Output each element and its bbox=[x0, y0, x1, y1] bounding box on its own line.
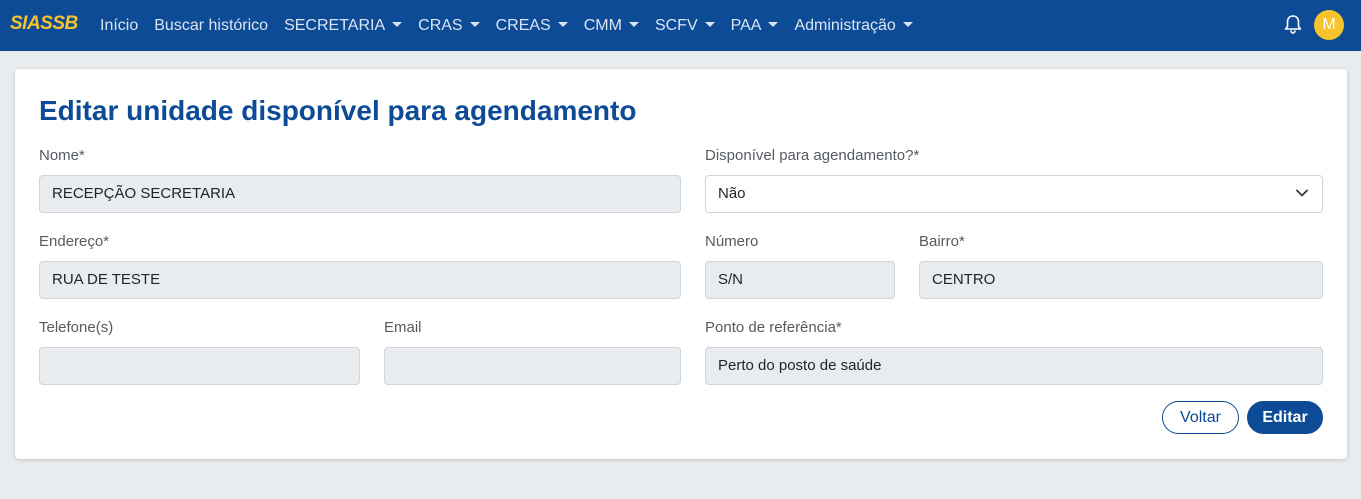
nav-item-label: Administração bbox=[794, 16, 896, 34]
ponto-referencia-field[interactable]: Perto do posto de saúde bbox=[705, 347, 1323, 385]
nav-item-buscar-historico[interactable]: Buscar histórico bbox=[146, 17, 276, 35]
user-avatar[interactable]: M bbox=[1314, 10, 1344, 40]
bairro-label: Bairro* bbox=[919, 233, 965, 250]
caret-down-icon bbox=[469, 22, 480, 27]
disponivel-label: Disponível para agendamento?* bbox=[705, 147, 920, 164]
nav-item-inicio[interactable]: Início bbox=[92, 17, 146, 35]
nav-item-scfv[interactable]: SCFV bbox=[647, 17, 723, 35]
bell-icon[interactable] bbox=[1284, 14, 1302, 34]
caret-down-icon bbox=[902, 22, 913, 27]
disponivel-selected-value: Não bbox=[718, 185, 746, 202]
telefone-field[interactable] bbox=[39, 347, 360, 385]
numero-label: Número bbox=[705, 233, 759, 250]
nav-item-cmm[interactable]: CMM bbox=[576, 17, 647, 35]
nav-item-label: Buscar histórico bbox=[154, 16, 269, 34]
back-button[interactable]: Voltar bbox=[1162, 401, 1239, 434]
nome-label: Nome* bbox=[39, 147, 85, 164]
page-title: Editar unidade disponível para agendamen… bbox=[39, 95, 637, 126]
caret-down-icon bbox=[628, 22, 639, 27]
caret-down-icon bbox=[704, 22, 715, 27]
email-field[interactable] bbox=[384, 347, 681, 385]
edit-button[interactable]: Editar bbox=[1247, 401, 1323, 434]
nav-item-secretaria[interactable]: SECRETARIA bbox=[276, 17, 410, 35]
numero-field[interactable]: S/N bbox=[705, 261, 895, 299]
ponto-referencia-label: Ponto de referência* bbox=[705, 319, 842, 336]
endereco-field[interactable]: RUA DE TESTE bbox=[39, 261, 681, 299]
nav-item-label: Início bbox=[100, 16, 139, 34]
caret-down-icon bbox=[557, 22, 568, 27]
top-navbar: SIASSB Início Buscar histórico SECRETARI… bbox=[0, 0, 1361, 51]
telefone-label: Telefone(s) bbox=[39, 319, 114, 336]
nav-item-administracao[interactable]: Administração bbox=[786, 17, 920, 35]
nav-item-label: SECRETARIA bbox=[284, 16, 386, 34]
nav-item-label: SCFV bbox=[654, 16, 698, 34]
nav-item-paa[interactable]: PAA bbox=[723, 17, 787, 35]
form-card: Editar unidade disponível para agendamen… bbox=[15, 69, 1347, 459]
nav-item-label: PAA bbox=[730, 16, 762, 34]
email-label: Email bbox=[384, 319, 422, 336]
nav-item-creas[interactable]: CREAS bbox=[488, 17, 576, 35]
nome-field[interactable]: RECEPÇÃO SECRETARIA bbox=[39, 175, 681, 213]
endereco-label: Endereço* bbox=[39, 233, 110, 250]
nav-item-label: CRAS bbox=[418, 16, 463, 34]
nav-item-label: CMM bbox=[583, 16, 622, 34]
caret-down-icon bbox=[768, 22, 779, 27]
bairro-field[interactable]: CENTRO bbox=[919, 261, 1323, 299]
caret-down-icon bbox=[392, 22, 403, 27]
nav-menu: Início Buscar histórico SECRETARIA CRAS … bbox=[92, 0, 921, 51]
chevron-down-icon bbox=[1296, 189, 1308, 197]
nav-item-cras[interactable]: CRAS bbox=[410, 17, 487, 35]
brand-logo[interactable]: SIASSB bbox=[10, 13, 78, 35]
disponivel-select[interactable]: Não bbox=[705, 175, 1323, 213]
nav-item-label: CREAS bbox=[495, 16, 551, 34]
